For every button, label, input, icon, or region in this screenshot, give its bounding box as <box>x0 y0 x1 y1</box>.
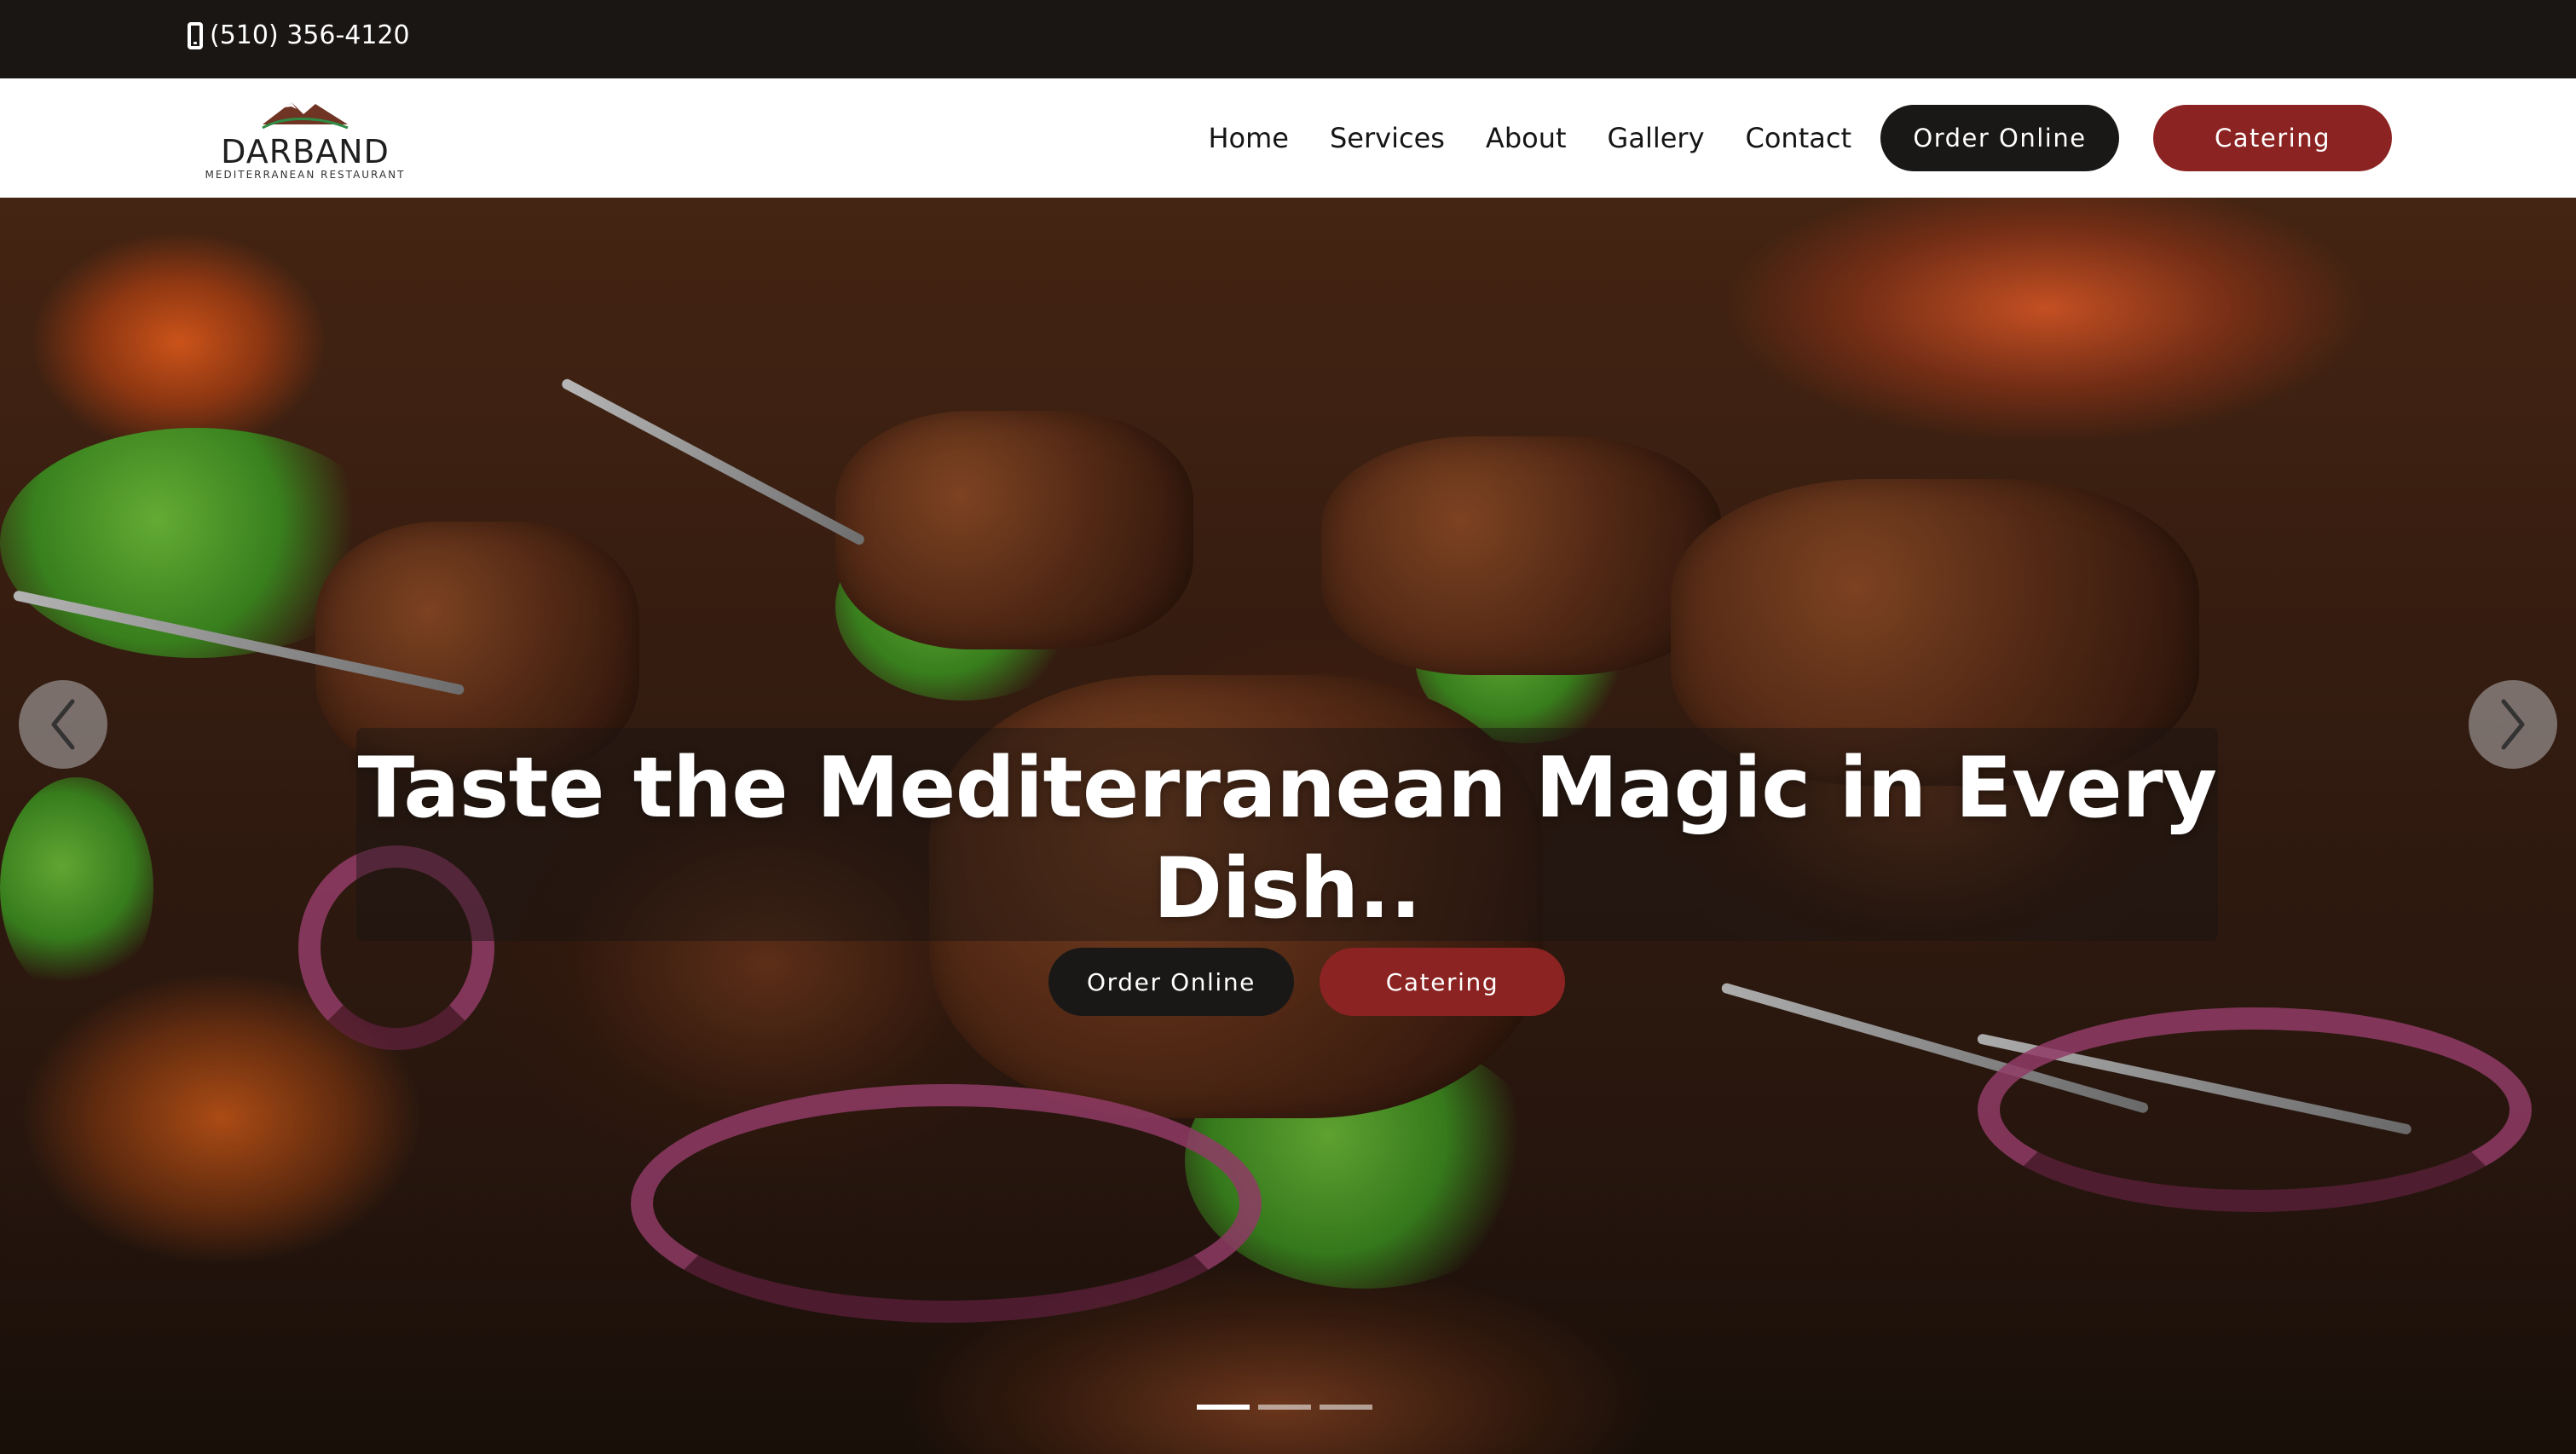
nav-contact[interactable]: Contact <box>1746 118 1852 159</box>
carousel-dot-1[interactable] <box>1197 1405 1250 1410</box>
phone-number[interactable]: (510) 356-4120 <box>210 19 410 53</box>
logo-tagline: MEDITERRANEAN RESTAURANT <box>205 169 406 181</box>
carousel-dot-3[interactable] <box>1320 1405 1372 1410</box>
catering-button[interactable]: Catering <box>2153 105 2392 171</box>
nav-links: Home Services About Gallery Contact <box>1208 118 1851 159</box>
main-navbar: DARBAND MEDITERRANEAN RESTAURANT Home Se… <box>0 78 2576 198</box>
nav-home[interactable]: Home <box>1208 118 1289 159</box>
prev-slide-button[interactable] <box>19 680 107 769</box>
nav-gallery[interactable]: Gallery <box>1608 118 1705 159</box>
mountain-logo-icon <box>262 102 349 130</box>
nav-services[interactable]: Services <box>1330 118 1445 159</box>
chevron-left-icon <box>51 699 75 750</box>
next-slide-button[interactable] <box>2469 680 2557 769</box>
chevron-right-icon <box>2501 699 2525 750</box>
hero-catering-button[interactable]: Catering <box>1320 948 1565 1016</box>
carousel-dot-2[interactable] <box>1258 1405 1311 1410</box>
phone-contact[interactable]: (510) 356-4120 <box>188 19 410 53</box>
carousel-indicators <box>1197 1405 1372 1410</box>
nav-about[interactable]: About <box>1486 118 1567 159</box>
order-online-button[interactable]: Order Online <box>1880 105 2119 171</box>
hero-order-online-button[interactable]: Order Online <box>1048 948 1294 1016</box>
top-bar: (510) 356-4120 <box>0 0 2576 78</box>
mobile-phone-icon <box>188 22 203 49</box>
hero-slider: Taste the Mediterranean Magic in Every D… <box>0 198 2576 1454</box>
logo[interactable]: DARBAND MEDITERRANEAN RESTAURANT <box>201 94 409 184</box>
hero-headline: Taste the Mediterranean Magic in Every D… <box>357 740 2217 938</box>
logo-name: DARBAND <box>221 133 390 170</box>
